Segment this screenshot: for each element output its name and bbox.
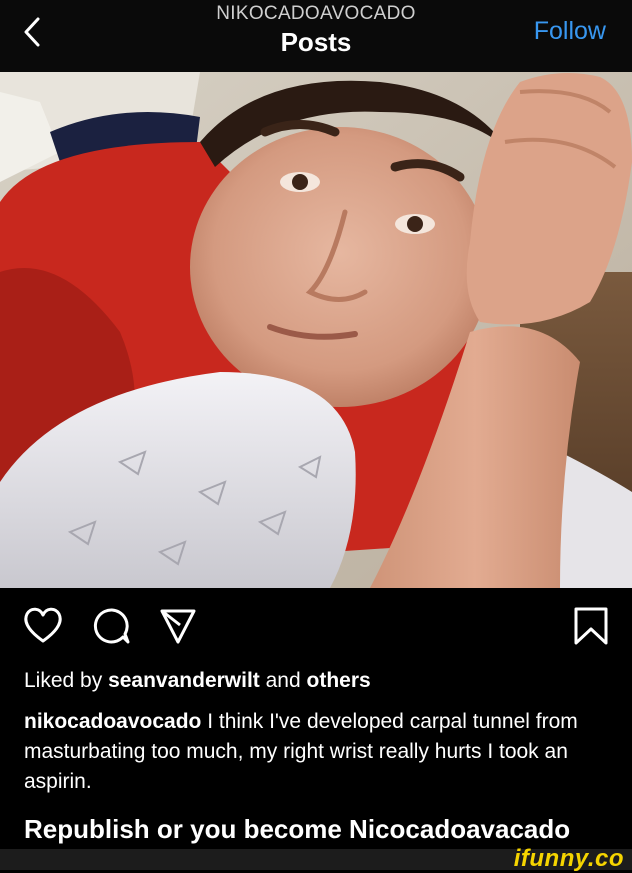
likes-others[interactable]: others <box>307 669 371 692</box>
share-button[interactable] <box>158 606 198 651</box>
ifunny-logo: ifunny.co <box>513 845 624 872</box>
comment-icon <box>93 608 130 644</box>
liker-username[interactable]: seanvanderwilt <box>108 669 260 692</box>
caption-username[interactable]: nikocadoavocado <box>24 710 201 733</box>
share-icon <box>160 609 196 644</box>
like-button[interactable] <box>22 606 64 649</box>
likes-middle: and <box>259 669 307 692</box>
follow-button[interactable]: Follow <box>534 17 606 46</box>
meme-caption: Republish or you become Nicocadoavacado <box>24 814 571 844</box>
comment-button[interactable] <box>92 606 132 651</box>
heart-icon <box>24 607 62 643</box>
post-caption: nikocadoavocado I think I've developed c… <box>24 707 614 797</box>
post-photo[interactable] <box>0 72 632 588</box>
watermark-bar: ifunny.co <box>0 845 632 872</box>
post-actions <box>0 588 632 660</box>
bookmark-button[interactable] <box>573 606 609 651</box>
bookmark-icon <box>574 607 608 645</box>
likes-prefix: Liked by <box>24 669 109 692</box>
post-header: NIKOCADOAVOCADO Posts Follow <box>0 0 632 72</box>
post-image <box>0 72 632 588</box>
likes-line: Liked by seanvanderwilt and others <box>24 669 371 693</box>
